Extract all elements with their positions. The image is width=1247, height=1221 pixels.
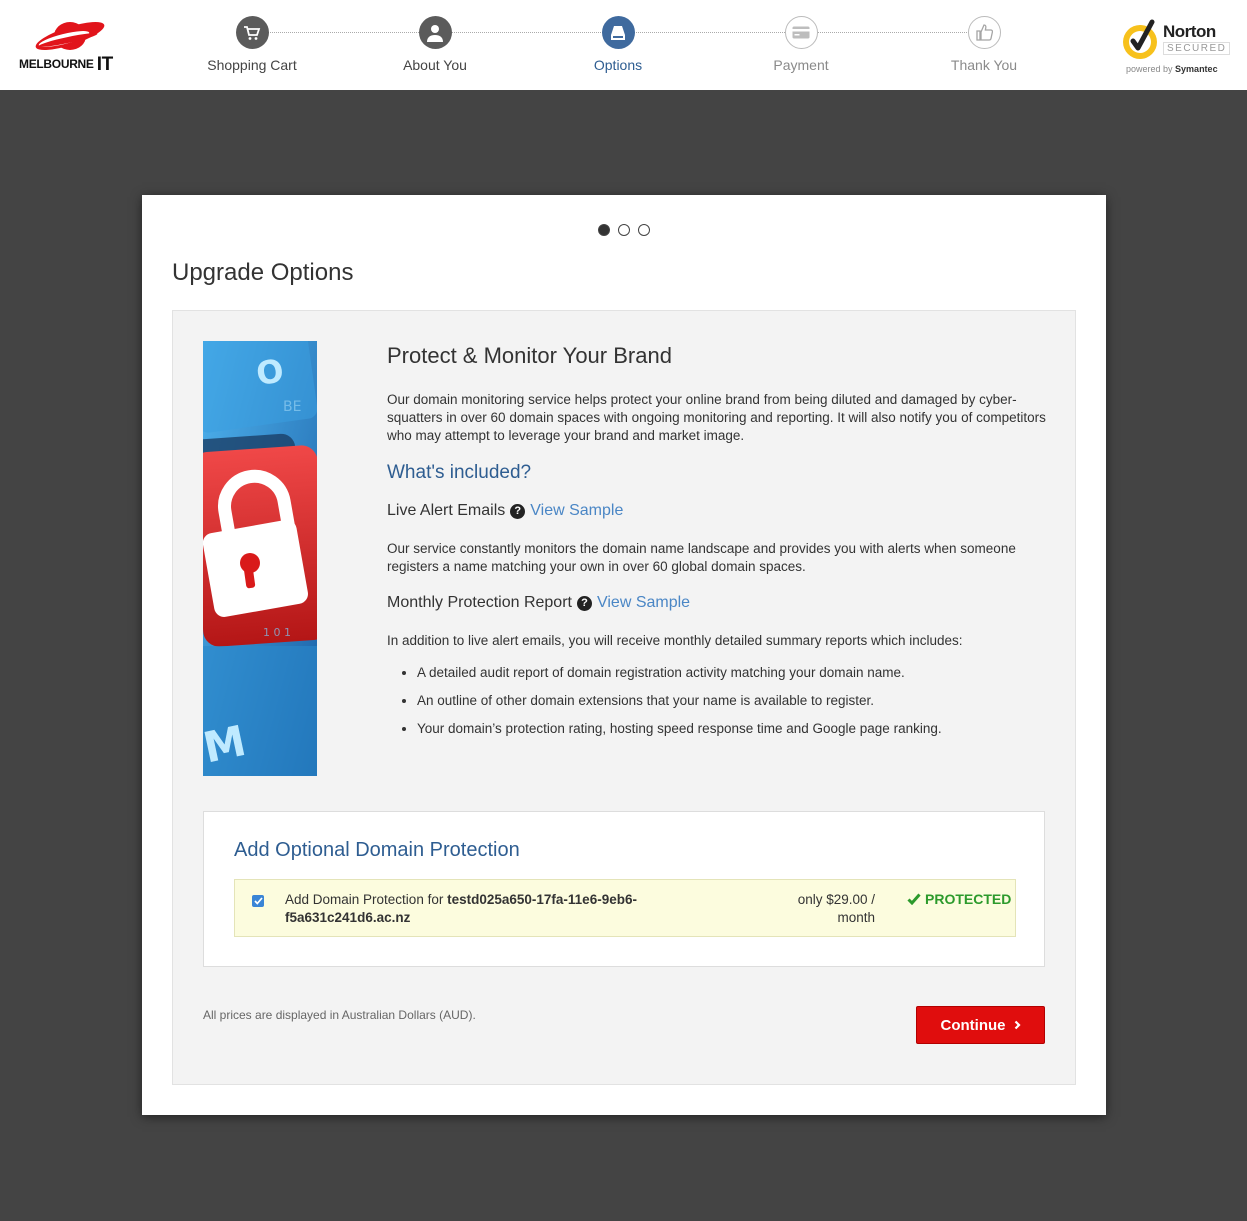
carousel-dot-1[interactable]: [598, 224, 610, 236]
feature-name: Monthly Protection Report: [387, 594, 572, 611]
step-about-you[interactable]: About You: [365, 16, 505, 73]
norton-seal[interactable]: Norton SECURED powered by Symantec: [1120, 16, 1235, 78]
step-thank-you: Thank You: [914, 16, 1054, 73]
step-label: Shopping Cart: [207, 57, 297, 73]
domain-protection-box: Add Optional Domain Protection Add Domai…: [203, 811, 1045, 967]
step-payment: Payment: [731, 16, 871, 73]
view-sample-alert-link[interactable]: View Sample: [530, 502, 623, 520]
padlock-keyboard-image: O BE 1 0 1 M: [203, 341, 317, 776]
help-icon[interactable]: ?: [510, 503, 526, 519]
whats-included-heading: What's included?: [387, 462, 532, 483]
carousel-dot-3[interactable]: [638, 224, 650, 236]
list-item: A detailed audit report of domain regist…: [417, 664, 1047, 682]
cart-icon: [235, 16, 269, 49]
norton-name: Norton: [1163, 22, 1216, 41]
upgrade-options-modal: Upgrade Options O BE 1 0 1 M Protect & M…: [142, 195, 1106, 1115]
norton-check-icon: [1123, 19, 1157, 59]
step-label: About You: [403, 57, 467, 73]
product-title: Protect & Monitor Your Brand: [387, 343, 672, 368]
step-options[interactable]: Options: [548, 16, 688, 73]
protection-label: Add Domain Protection for testd025a650-1…: [285, 892, 637, 925]
checkmark-icon: [253, 897, 263, 905]
feature-monthly-report: Monthly Protection Report ? View Sample: [387, 594, 1047, 612]
protection-checkbox[interactable]: [252, 895, 264, 907]
logo-swoosh-icon: [35, 21, 105, 51]
modal-title: Upgrade Options: [172, 259, 354, 286]
svg-text:O: O: [254, 352, 286, 393]
step-label: Options: [593, 57, 643, 73]
svg-text:BE: BE: [283, 399, 301, 415]
feature-name: Live Alert Emails: [387, 502, 506, 519]
feature-description: In addition to live alert emails, you wi…: [387, 633, 963, 648]
help-icon[interactable]: ?: [576, 595, 592, 611]
svg-text:1 0 1: 1 0 1: [263, 626, 291, 639]
list-item: An outline of other domain extensions th…: [417, 692, 1047, 710]
check-icon: [907, 893, 921, 905]
feature-description: Our service constantly monitors the doma…: [387, 541, 1016, 574]
norton-powered-by: powered by Symantec: [1126, 64, 1218, 74]
options-icon: [601, 16, 635, 49]
upgrade-panel: O BE 1 0 1 M Protect & Monitor Your Bran…: [172, 310, 1076, 1085]
continue-button[interactable]: Continue: [916, 1006, 1045, 1044]
melbourne-it-logo[interactable]: MELBOURNE IT: [18, 16, 118, 76]
chevron-right-icon: [1014, 1020, 1021, 1030]
user-icon: [418, 16, 452, 49]
protection-heading: Add Optional Domain Protection: [234, 839, 520, 861]
step-shopping-cart[interactable]: Shopping Cart: [182, 16, 322, 73]
logo-text: MELBOURNE IT: [19, 54, 113, 75]
protection-option-row: Add Domain Protection for testd025a650-1…: [234, 879, 1016, 937]
carousel-dots: [142, 224, 1106, 236]
view-sample-report-link[interactable]: View Sample: [597, 594, 690, 612]
checkout-header: MELBOURNE IT Shopping Cart About You Opt…: [0, 0, 1247, 90]
feature-live-alert-emails: Live Alert Emails ? View Sample: [387, 502, 1047, 520]
protection-price: only $29.00 / month: [797, 892, 875, 925]
thumbs-up-icon: [967, 16, 1001, 49]
carousel-dot-2[interactable]: [618, 224, 630, 236]
norton-secured: SECURED: [1163, 42, 1231, 55]
protection-status-badge: PROTECTED: [907, 891, 1011, 907]
product-description: Protect & Monitor Your Brand Our domain …: [387, 341, 1047, 748]
product-intro: Our domain monitoring service helps prot…: [387, 392, 1046, 443]
step-label: Thank You: [950, 57, 1018, 73]
card-icon: [784, 16, 818, 49]
currency-note: All prices are displayed in Australian D…: [203, 1008, 476, 1022]
step-label: Payment: [773, 57, 829, 73]
report-bullets: A detailed audit report of domain regist…: [387, 664, 1047, 738]
list-item: Your domain’s protection rating, hosting…: [417, 720, 1047, 738]
